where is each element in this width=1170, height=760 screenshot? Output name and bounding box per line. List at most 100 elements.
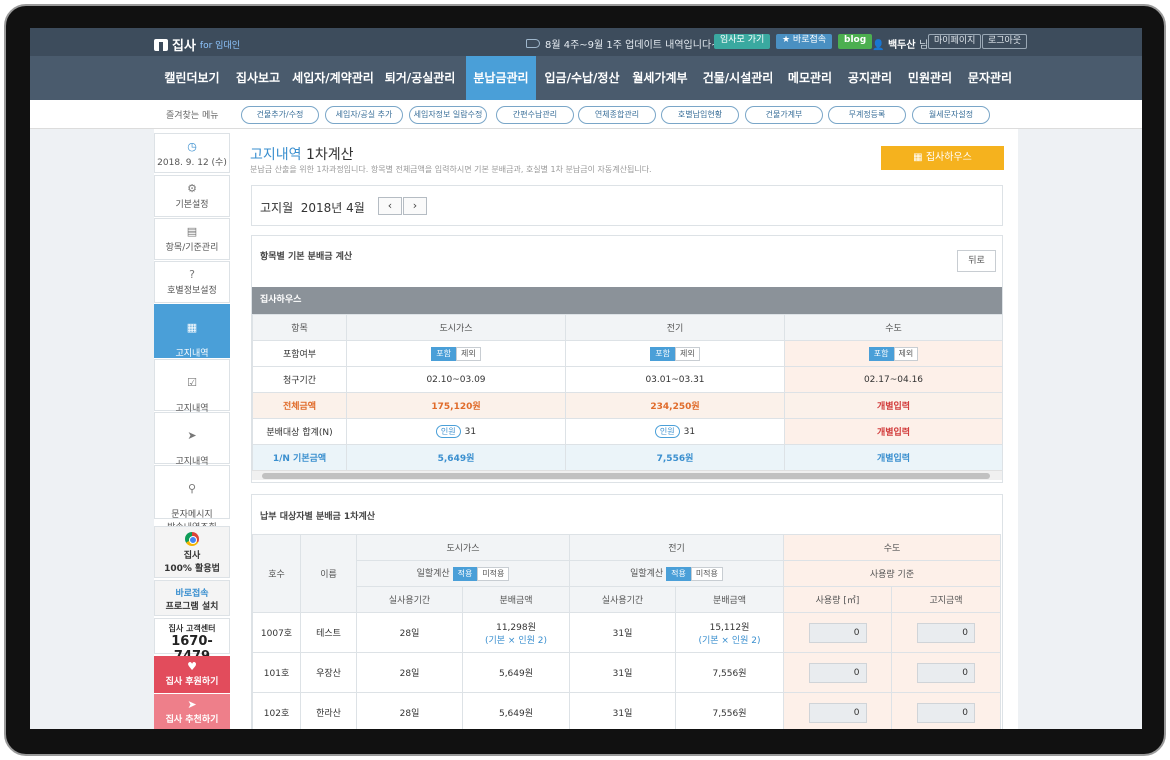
promo-support[interactable]: ♥ 집사 후원하기 [154, 656, 230, 693]
include-toggle-water: 포함 제외 [784, 340, 1003, 367]
usage-input[interactable]: 0 [808, 702, 867, 723]
total-electric[interactable]: 234,250원 [565, 392, 785, 419]
quick-access-button[interactable]: ★ 바로접속 [776, 34, 833, 49]
nav-calendar[interactable]: 캘린더보기 [158, 56, 226, 100]
fav-tenant-bulk-edit[interactable]: 세입자정보 일람수정 [409, 106, 487, 124]
sidebar-item-unit-info[interactable]: ? 호별정보설정 [154, 261, 230, 303]
base-distribution-table: 항목 도시가스 전기 수도 포함여부 포함 제외 포함 제외 포함 제외 청구기간 0… [252, 314, 1003, 471]
homepage-button[interactable]: 임사모 가기 [714, 34, 771, 49]
page-subtitle: 분납금 산출을 위한 1차과정입니다. 항목별 전체금액을 입력하시면 기본 분… [250, 165, 652, 174]
nav-building[interactable]: 건물/시설관리 [698, 56, 778, 100]
count-value: 31 [464, 427, 477, 437]
table-header-row: 항목 도시가스 전기 수도 [252, 314, 1003, 341]
horizontal-scrollbar[interactable] [252, 470, 1002, 480]
col-gas: 도시가스 [346, 314, 566, 341]
nav-sms[interactable]: 문자관리 [962, 56, 1018, 100]
scrollbar-thumb[interactable] [262, 473, 990, 479]
back-button[interactable]: 뒤로 [957, 250, 996, 272]
nav-payment[interactable]: 입금/수납/정산 [540, 56, 624, 100]
house-select-button[interactable]: ▦ 집사하우스 [881, 146, 1004, 170]
fav-no-account[interactable]: 무계정등록 [828, 106, 906, 124]
prev-month-button[interactable]: ‹ [378, 197, 402, 215]
promo-chrome[interactable]: 집사 100% 활용법 [154, 526, 230, 578]
sidebar-item-sms-history[interactable]: ⚲ 문자메시지 발송내역조회 [154, 465, 230, 533]
col-name: 이름 [300, 534, 357, 613]
sidebar-item-adjust[interactable]: ☑ 고지내역 조정/확정 [154, 359, 230, 427]
sidebar-item-send[interactable]: ➤ 고지내역 발송관리 [154, 412, 230, 480]
fav-tenant-add[interactable]: 세입자/공실 추가 [325, 106, 403, 124]
row-label-period: 청구기간 [252, 366, 347, 393]
house-select-label: 집사하우스 [925, 152, 972, 163]
section1-title: 항목별 기본 분배금 계산 [260, 252, 353, 262]
usage-cell: 0 [783, 692, 892, 729]
per-unit-table: 호수 이름 도시가스 전기 수도 일할계산 적용 미적용 일할계산 적용 미적용 사… [252, 534, 1001, 729]
nav-complaint[interactable]: 민원관리 [902, 56, 958, 100]
count-gas: 인원 31 [346, 418, 566, 445]
promo-chrome-b: 100% 활용법 [164, 564, 220, 574]
unit-cell: 1007호 [252, 612, 301, 653]
apply-off-button[interactable]: 미적용 [477, 566, 510, 581]
gas-amount-cell: 5,649원 [462, 692, 570, 729]
fav-overdue[interactable]: 연체종합관리 [578, 106, 656, 124]
charge-input[interactable]: 0 [917, 702, 975, 723]
mypage-button[interactable]: 마이페이지 [928, 34, 982, 49]
apply-toggle: 적용 미적용 [452, 566, 510, 581]
count-tag[interactable]: 인원 [654, 425, 680, 438]
sidebar-item-basic-settings[interactable]: ⚙ 기본설정 [154, 175, 230, 217]
col-electric-amount: 분배금액 [675, 586, 784, 613]
include-off-button[interactable]: 제외 [675, 346, 700, 361]
next-month-button[interactable]: › [403, 197, 427, 215]
nav-notice[interactable]: 공지관리 [842, 56, 898, 100]
nav-tenant-contract[interactable]: 세입자/계약관리 [290, 56, 376, 100]
nav-memo[interactable]: 메모관리 [782, 56, 838, 100]
fav-building-ledger[interactable]: 건물가계부 [745, 106, 823, 124]
promo-customer-center[interactable]: 집사 고객센터 1670-7479 [154, 618, 230, 664]
period-gas: 02.10~03.09 [346, 366, 566, 393]
promo-install[interactable]: 바로접속 프로그램 설치 [154, 580, 230, 616]
logout-button[interactable]: 로그아웃 [982, 34, 1028, 49]
nav-rent-ledger[interactable]: 월세가계부 [627, 56, 693, 100]
include-off-button[interactable]: 제외 [456, 346, 481, 361]
col-water: 수도 [784, 314, 1003, 341]
fav-unit-payment[interactable]: 호별납입현황 [661, 106, 739, 124]
fav-simple-payment[interactable]: 간편수납관리 [496, 106, 574, 124]
col-gas-period: 실사용기간 [356, 586, 463, 613]
group-electric: 전기 [569, 534, 784, 561]
gas-amount: 11,298원 [496, 622, 536, 633]
promo-recommend[interactable]: ➤ 집사 추천하기 [154, 694, 230, 729]
count-tag[interactable]: 인원 [435, 425, 461, 438]
page-title-rest: 1차계산 [301, 147, 354, 163]
sidebar-item-criteria[interactable]: ▤ 항목/기준관리 [154, 218, 230, 260]
apply-off-button[interactable]: 미적용 [690, 566, 723, 581]
include-on-button[interactable]: 포함 [650, 346, 675, 361]
checkbox-icon: ☑ [187, 376, 197, 389]
blog-button[interactable]: blog [838, 34, 873, 49]
nav-vacancy[interactable]: 퇴거/공실관리 [380, 56, 460, 100]
logo[interactable]: 집사 for 임대인 [154, 35, 240, 54]
promo-support-text: 집사 후원하기 [165, 677, 219, 687]
include-off-button[interactable]: 제외 [893, 346, 919, 361]
favorites-bar: 즐겨찾는 메뉴 건물추가/수정 세입자/공실 추가 세입자정보 일람수정 간편수… [30, 100, 1142, 129]
usage-input[interactable]: 0 [808, 622, 867, 643]
usage-input[interactable]: 0 [808, 662, 867, 683]
usage-cell: 0 [783, 612, 892, 653]
row-label-base: 1/N 기본금액 [252, 444, 347, 471]
nav-report[interactable]: 집사보고 [230, 56, 286, 100]
charge-input[interactable]: 0 [917, 662, 975, 683]
include-toggle: 포함 제외 [431, 346, 481, 361]
include-on-button[interactable]: 포함 [868, 346, 894, 361]
nav-installment[interactable]: 분납금관리 [466, 56, 536, 100]
update-notice[interactable]: 8월 4주~9월 1주 업데이트 내역입니다~ [526, 36, 720, 51]
promo-chrome-a: 집사 [183, 551, 201, 561]
apply-on-button[interactable]: 적용 [452, 566, 478, 581]
include-on-button[interactable]: 포함 [431, 346, 456, 361]
main-nav: 캘린더보기 집사보고 세입자/계약관리 퇴거/공실관리 분납금관리 입금/수납/… [30, 56, 1142, 100]
charge-input[interactable]: 0 [917, 622, 975, 643]
sidebar-item-first-calc[interactable]: ▦ 고지내역 1차계산 [154, 304, 230, 372]
apply-on-button[interactable]: 적용 [666, 566, 691, 581]
total-gas[interactable]: 175,120원 [346, 392, 566, 419]
sidebar-item-label: 호별정보설정 [167, 286, 217, 296]
fav-rent-sms[interactable]: 월세문자설정 [912, 106, 990, 124]
calculator-icon: ▦ [186, 321, 198, 334]
fav-building-edit[interactable]: 건물추가/수정 [241, 106, 319, 124]
